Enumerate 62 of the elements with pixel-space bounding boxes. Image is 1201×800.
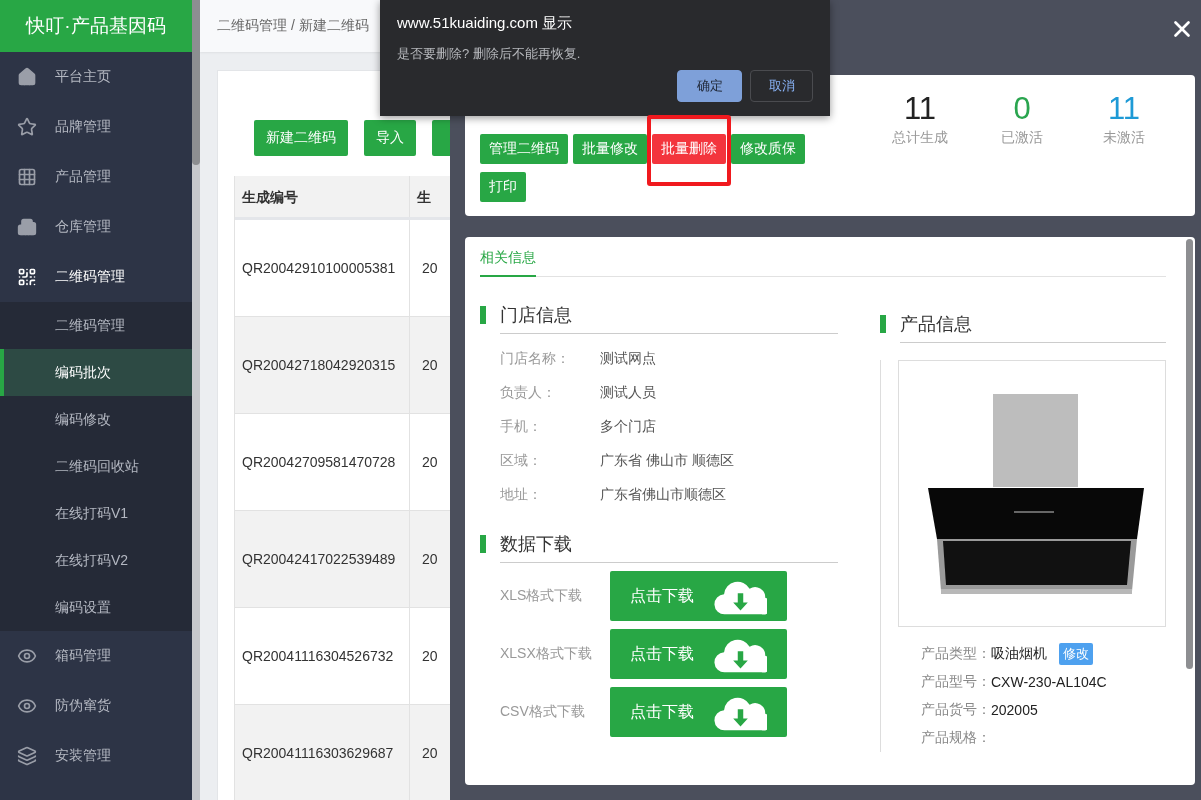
section-marker — [480, 535, 486, 553]
stat-value: 11 — [903, 91, 937, 127]
sidebar-subitem[interactable]: 在线打码V2 — [0, 537, 192, 584]
section-marker — [880, 315, 886, 333]
sidebar-item[interactable]: 箱码管理 — [0, 631, 192, 681]
field-label: 产品类型： — [921, 644, 991, 663]
field-value: 多个门店 — [600, 418, 656, 436]
sidebar-subitem[interactable]: 二维码回收站 — [0, 443, 192, 490]
field-label: 产品货号： — [921, 700, 991, 719]
stat-value: 0 — [1013, 91, 1031, 127]
sidebar-subitem[interactable]: 编码修改 — [0, 396, 192, 443]
nav-icon — [17, 746, 37, 766]
nav-icon — [17, 696, 37, 716]
field-value: 202005 — [991, 701, 1038, 718]
table-cell: QR20042417022539489 — [235, 511, 410, 607]
sidebar-subitem[interactable]: 编码批次 — [0, 349, 192, 396]
stat-label: 未激活 — [1103, 129, 1145, 147]
section-title: 数据下载 — [500, 532, 838, 563]
sidebar-item[interactable]: 平台主页 — [0, 52, 192, 102]
field-value: 测试人员 — [600, 384, 656, 402]
table-cell: QR20042709581470728 — [235, 414, 410, 510]
table-cell: QR20041116304526732 — [235, 608, 410, 704]
sidebar-subitem[interactable]: 编码设置 — [0, 584, 192, 631]
stat-label: 已激活 — [1001, 129, 1043, 147]
field-value: 广东省 佛山市 顺德区 — [600, 452, 734, 470]
tab[interactable]: 相关信息 — [480, 245, 536, 277]
section-marker — [480, 306, 486, 324]
scrollbar[interactable] — [1186, 239, 1193, 669]
table-cell: QR20042718042920315 — [235, 317, 410, 413]
nav-icon — [17, 646, 37, 666]
section-title: 产品信息 — [900, 312, 1166, 343]
sidebar-item[interactable]: 二维码管理 — [0, 252, 192, 302]
dialog-button[interactable]: 确定 — [677, 70, 742, 102]
nav-icon — [17, 217, 37, 237]
section-title: 门店信息 — [500, 303, 838, 334]
nav-icon — [17, 67, 37, 87]
action-button[interactable]: 批量删除 — [652, 134, 726, 164]
nav-icon — [17, 117, 37, 137]
sidebar-item[interactable]: 产品管理 — [0, 152, 192, 202]
dialog-button[interactable]: 取消 — [750, 70, 813, 102]
sidebar-subitem[interactable]: 在线打码V1 — [0, 490, 192, 537]
sidebar-item[interactable]: 防伪窜货 — [0, 681, 192, 731]
dialog-title: www.51kuaiding.com 显示 — [397, 14, 574, 33]
nav-icon — [17, 267, 37, 287]
stat-label: 总计生成 — [892, 129, 948, 147]
table-cell: QR20041116303629687 — [235, 705, 410, 800]
scrollbar[interactable] — [192, 0, 200, 800]
field-value: 测试网点 — [600, 350, 656, 368]
sidebar-item[interactable]: 仓库管理 — [0, 202, 192, 252]
column-header: 生成编号 — [235, 176, 410, 217]
field-value: 广东省佛山市顺德区 — [600, 486, 726, 504]
nav-icon — [17, 167, 37, 187]
stat-value: 11 — [1107, 91, 1141, 127]
app-logo-title: 快叮·产品基因码 — [0, 0, 192, 52]
field-value: 吸油烟机 — [991, 644, 1047, 663]
field-label: 产品型号： — [921, 672, 991, 691]
table-cell: QR20042910100005381 — [235, 220, 410, 316]
sidebar-subitem[interactable]: 二维码管理 — [0, 302, 192, 349]
field-label: 产品规格： — [921, 728, 991, 747]
sidebar-item[interactable]: 安装管理 — [0, 731, 192, 781]
sidebar-item[interactable]: 品牌管理 — [0, 102, 192, 152]
field-value: CXW-230-AL104C — [991, 673, 1107, 690]
